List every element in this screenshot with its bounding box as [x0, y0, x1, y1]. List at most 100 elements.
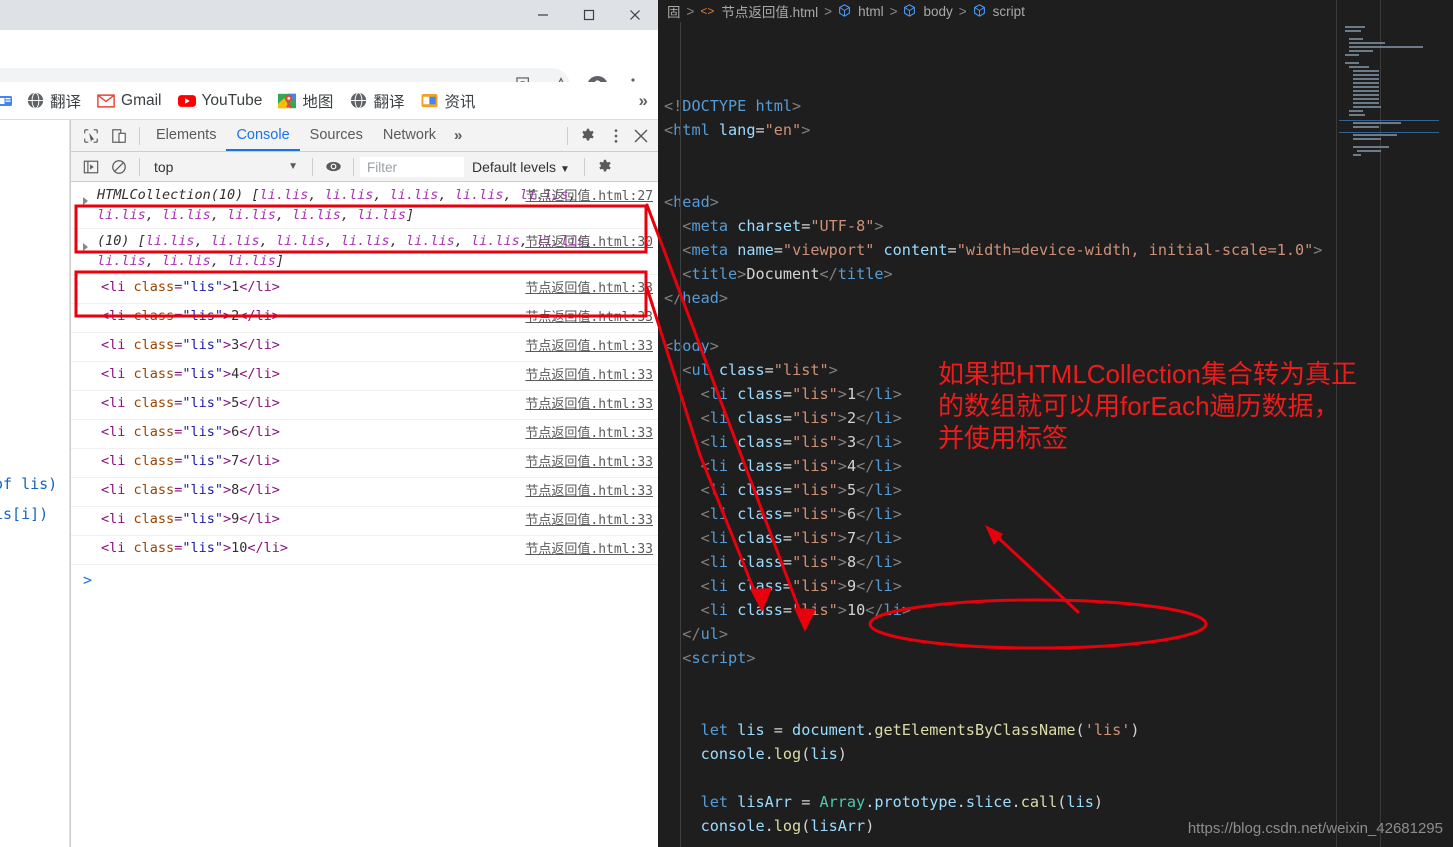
console-message[interactable]: <li class="lis">10</li> 节点返回值.html:33	[71, 536, 658, 566]
device-toolbar-icon[interactable]	[105, 123, 133, 149]
code-line[interactable]: console.log(lis)	[664, 742, 1453, 766]
bookmark-label: 资讯	[444, 93, 476, 111]
breadcrumb-item[interactable]: 固	[664, 1, 681, 21]
bookmark-item-6[interactable]: 资讯	[412, 87, 483, 115]
console-source-link[interactable]: 节点返回值.html:27	[525, 185, 653, 204]
breadcrumb-item[interactable]: body	[920, 4, 952, 19]
code-line[interactable]: <li class="lis">9</li>	[664, 574, 1453, 598]
bookmark-item-4[interactable]: 地图	[270, 87, 341, 115]
console-message[interactable]: <li class="lis">1</li> 节点返回值.html:33	[71, 275, 658, 305]
code-line[interactable]: </head>	[664, 286, 1453, 310]
code-line[interactable]: <body>	[664, 334, 1453, 358]
console-filter-bar: top ▼ Filter Default levels ▼	[71, 152, 658, 182]
console-source-link[interactable]: 节点返回值.html:33	[525, 422, 653, 441]
close-icon[interactable]	[630, 123, 658, 149]
expand-triangle-icon[interactable]	[83, 243, 88, 252]
console-source-link[interactable]: 节点返回值.html:33	[525, 509, 653, 528]
console-prompt[interactable]: >	[71, 565, 658, 595]
bookmark-label: 翻译	[373, 93, 405, 111]
console-message[interactable]: <li class="lis">2</li> 节点返回值.html:33	[71, 304, 658, 334]
tabs-overflow-icon[interactable]: »	[446, 127, 470, 144]
translate-globe-icon	[349, 92, 367, 110]
code-line[interactable]: let lis = document.getElementsByClassNam…	[664, 718, 1453, 742]
breadcrumb-item[interactable]: html	[855, 4, 884, 19]
inspect-element-icon[interactable]	[77, 123, 105, 149]
console-source-link[interactable]: 节点返回值.html:33	[525, 335, 653, 354]
console-message[interactable]: <li class="lis">6</li> 节点返回值.html:33	[71, 420, 658, 450]
code-line[interactable]: </ul>	[664, 622, 1453, 646]
console-message-list[interactable]: HTMLCollection(10) [li.lis, li.lis, li.l…	[71, 183, 658, 847]
code-line[interactable]: <!DOCTYPE html>	[664, 94, 1453, 118]
minimize-icon[interactable]	[520, 0, 566, 30]
code-line[interactable]: <script>	[664, 646, 1453, 670]
code-line[interactable]	[664, 166, 1453, 190]
code-line[interactable]: <title>Document</title>	[664, 262, 1453, 286]
console-filter-input[interactable]: Filter	[360, 156, 464, 177]
console-source-link[interactable]: 节点返回值.html:33	[525, 277, 653, 296]
code-line[interactable]: <li class="lis">6</li>	[664, 502, 1453, 526]
clear-console-icon[interactable]	[105, 154, 133, 180]
devtools-menu-icon[interactable]	[602, 123, 630, 149]
code-line[interactable]	[664, 670, 1453, 694]
console-source-link[interactable]: 节点返回值.html:33	[525, 364, 653, 383]
code-line[interactable]	[664, 838, 1453, 847]
code-line[interactable]: <li class="lis">8</li>	[664, 550, 1453, 574]
minimap[interactable]	[1339, 22, 1439, 162]
bookmarks-overflow-icon[interactable]: »	[639, 91, 658, 111]
console-message[interactable]: HTMLCollection(10) [li.lis, li.lis, li.l…	[71, 183, 658, 230]
console-source-link[interactable]: 节点返回值.html:30	[525, 231, 653, 250]
settings-gear-icon[interactable]	[591, 154, 619, 180]
bookmark-item-5[interactable]: 翻译	[341, 87, 412, 115]
console-source-link[interactable]: 节点返回值.html:33	[525, 393, 653, 412]
code-line[interactable]: <meta charset="UTF-8">	[664, 214, 1453, 238]
code-line[interactable]	[664, 310, 1453, 334]
eye-icon[interactable]	[319, 154, 347, 180]
breadcrumb[interactable]: 固 > <> 节点返回值.html > html > body > script	[658, 0, 1453, 22]
console-source-link[interactable]: 节点返回值.html:33	[525, 538, 653, 557]
console-message[interactable]: (10) [li.lis, li.lis, li.lis, li.lis, li…	[71, 229, 658, 276]
context-label: top	[154, 158, 174, 175]
console-message[interactable]: <li class="lis">9</li> 节点返回值.html:33	[71, 507, 658, 537]
expand-triangle-icon[interactable]	[83, 197, 88, 205]
log-levels-select[interactable]: Default levels ▼	[464, 159, 578, 175]
tab-network[interactable]: Network	[373, 120, 446, 151]
element-cube-icon	[973, 4, 986, 18]
code-line[interactable]	[664, 142, 1453, 166]
code-line[interactable]: <li class="lis">5</li>	[664, 478, 1453, 502]
bookmark-item-3[interactable]: YouTube	[170, 87, 271, 115]
bookmark-item-1[interactable]: 翻译	[18, 87, 89, 115]
console-message[interactable]: <li class="lis">7</li> 节点返回值.html:33	[71, 449, 658, 479]
code-line[interactable]: <li class="lis">4</li>	[664, 454, 1453, 478]
tab-sources[interactable]: Sources	[300, 120, 373, 151]
code-line[interactable]: <meta name="viewport" content="width=dev…	[664, 238, 1453, 262]
tab-console[interactable]: Console	[226, 120, 300, 151]
console-message[interactable]: <li class="lis">8</li> 节点返回值.html:33	[71, 478, 658, 508]
bookmark-item-0[interactable]: 讯	[0, 87, 18, 115]
code-line[interactable]: <head>	[664, 190, 1453, 214]
settings-gear-icon[interactable]	[574, 123, 602, 149]
breadcrumb-item[interactable]: script	[990, 4, 1025, 19]
tab-elements[interactable]: Elements	[146, 120, 226, 151]
console-message[interactable]: <li class="lis">3</li> 节点返回值.html:33	[71, 333, 658, 363]
breadcrumb-item[interactable]: 节点返回值.html	[718, 1, 818, 21]
code-line[interactable]: <li class="lis">7</li>	[664, 526, 1453, 550]
log-levels-label: Default levels	[472, 158, 557, 175]
code-line[interactable]: <html lang="en">	[664, 118, 1453, 142]
execution-context-select[interactable]: top ▼	[146, 159, 306, 175]
console-source-link[interactable]: 节点返回值.html:33	[525, 451, 653, 470]
console-message[interactable]: <li class="lis">5</li> 节点返回值.html:33	[71, 391, 658, 421]
console-source-link[interactable]: 节点返回值.html:33	[525, 480, 653, 499]
code-line[interactable]	[664, 766, 1453, 790]
close-icon[interactable]	[612, 0, 658, 30]
bookmark-item-2[interactable]: Gmail	[89, 87, 169, 115]
code-line[interactable]	[664, 694, 1453, 718]
execute-sidebar-icon[interactable]	[77, 154, 105, 180]
code-line[interactable]: <li class="lis">10</li>	[664, 598, 1453, 622]
devtools-tabbar: Elements Console Sources Network »	[71, 120, 658, 152]
console-source-link[interactable]: 节点返回值.html:33	[525, 306, 653, 325]
console-node-text: <li class="lis">10</li>	[101, 540, 289, 557]
chrome-browser-window: G 文 讯	[0, 0, 658, 847]
maximize-icon[interactable]	[566, 0, 612, 30]
console-message[interactable]: <li class="lis">4</li> 节点返回值.html:33	[71, 362, 658, 392]
code-line[interactable]: let lisArr = Array.prototype.slice.call(…	[664, 790, 1453, 814]
